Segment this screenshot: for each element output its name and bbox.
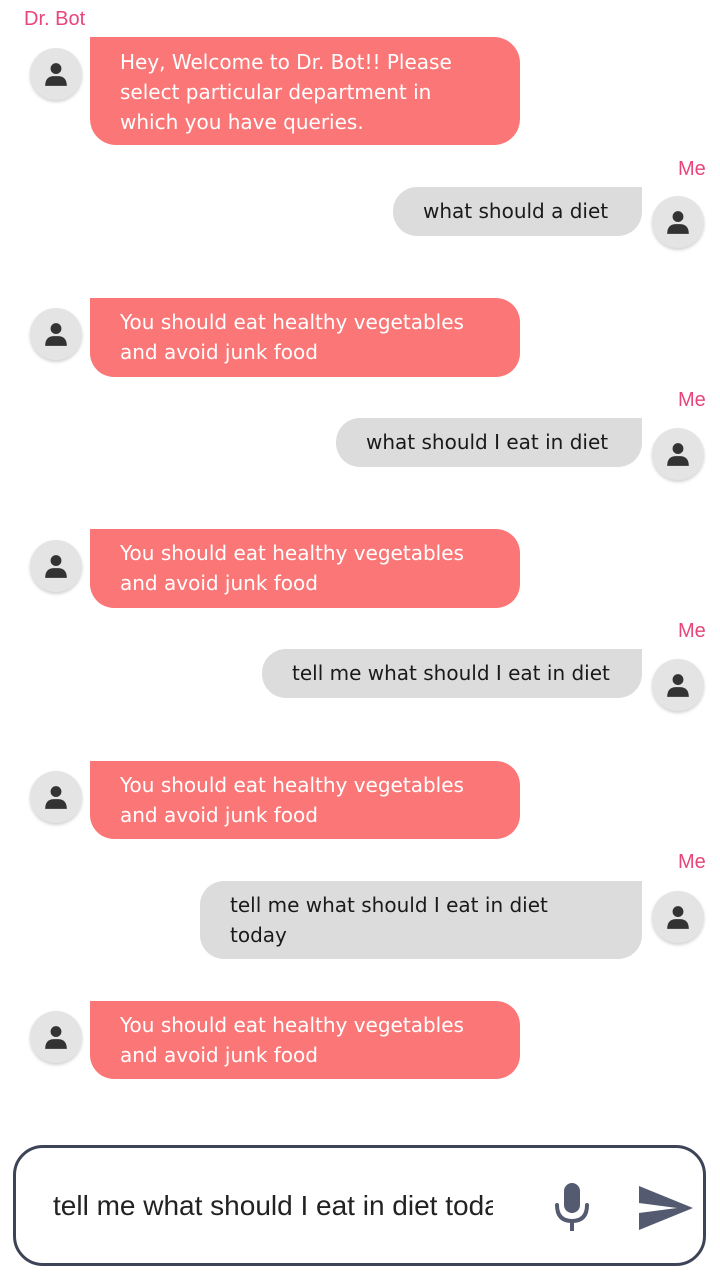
user-avatar	[652, 891, 704, 943]
person-icon	[45, 1026, 67, 1049]
message-input[interactable]	[53, 1184, 493, 1228]
user-avatar	[652, 659, 704, 711]
bot-avatar	[30, 48, 82, 100]
person-icon	[45, 323, 67, 346]
person-icon	[45, 555, 67, 578]
user-avatar	[652, 196, 704, 248]
person-icon	[45, 63, 67, 86]
person-icon	[667, 674, 689, 697]
sender-label-me: Me	[678, 620, 706, 642]
sender-label-me: Me	[678, 389, 706, 411]
send-button[interactable]	[636, 1182, 696, 1234]
user-message-bubble: what should I eat in diet	[336, 418, 642, 467]
user-message-bubble: tell me what should I eat in diet	[262, 649, 642, 698]
microphone-icon	[555, 1183, 589, 1231]
user-avatar	[652, 428, 704, 480]
sender-label-bot: Dr. Bot	[24, 8, 86, 30]
person-icon	[45, 786, 67, 809]
person-icon	[667, 443, 689, 466]
bot-avatar	[30, 308, 82, 360]
message-composer	[13, 1145, 706, 1266]
bot-avatar	[30, 1011, 82, 1063]
microphone-button[interactable]	[550, 1180, 594, 1236]
bot-message-bubble: You should eat healthy vegetables and av…	[90, 298, 520, 377]
user-message-bubble: tell me what should I eat in diet today	[200, 881, 642, 959]
bot-avatar	[30, 540, 82, 592]
person-icon	[667, 906, 689, 929]
bot-message-bubble: You should eat healthy vegetables and av…	[90, 529, 520, 608]
sender-label-me: Me	[678, 851, 706, 873]
bot-message-bubble: You should eat healthy vegetables and av…	[90, 761, 520, 839]
person-icon	[667, 211, 689, 234]
sender-label-me: Me	[678, 158, 706, 180]
bot-avatar	[30, 771, 82, 823]
bot-message-bubble: You should eat healthy vegetables and av…	[90, 1001, 520, 1079]
bot-message-bubble: Hey, Welcome to Dr. Bot!! Please select …	[90, 37, 520, 145]
send-icon	[639, 1186, 693, 1230]
user-message-bubble: what should a diet	[393, 187, 642, 236]
